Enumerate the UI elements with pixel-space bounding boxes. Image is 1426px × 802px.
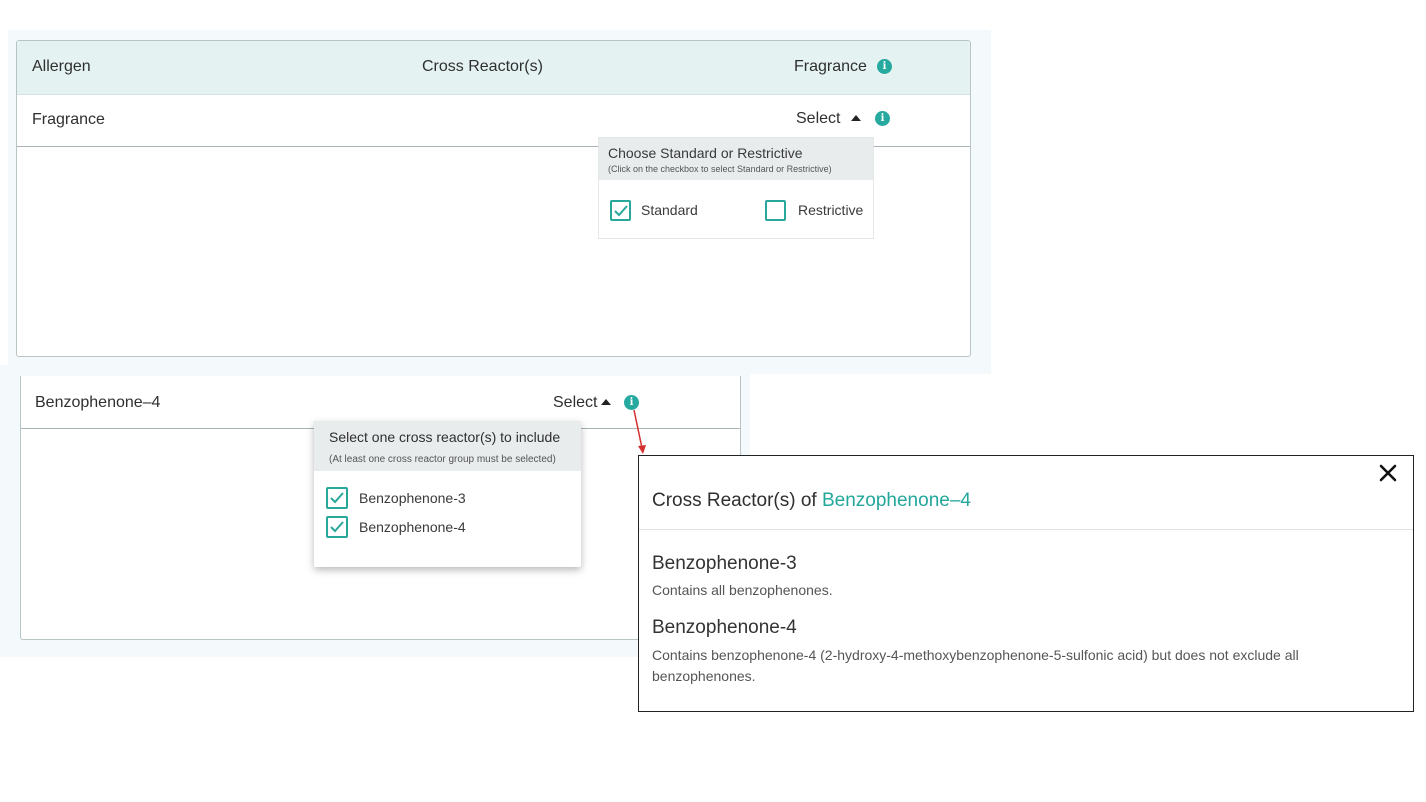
modal-divider bbox=[639, 529, 1413, 530]
benzophenone-3-checkbox[interactable] bbox=[326, 487, 348, 509]
modal-title-prefix: Cross Reactor(s) of bbox=[652, 490, 822, 511]
dropdown-header: Select one cross reactor(s) to include (… bbox=[314, 421, 581, 471]
dropdown-subtitle: (Click on the checkbox to select Standar… bbox=[608, 164, 832, 174]
cross-reactor-modal: Cross Reactor(s) of Benzophenone–4 Benzo… bbox=[638, 455, 1414, 712]
table-header: Allergen Cross Reactor(s) Fragrance i bbox=[17, 41, 970, 95]
benzophenone-4-label: Benzophenone-4 bbox=[359, 519, 466, 535]
cross-reactor-select[interactable]: Select bbox=[553, 394, 597, 412]
close-icon[interactable] bbox=[1377, 462, 1399, 484]
dropdown-title: Choose Standard or Restrictive bbox=[608, 145, 803, 161]
pointer-arrow-icon bbox=[633, 409, 646, 454]
header-fragrance: Fragrance bbox=[794, 58, 867, 75]
fragrance-select[interactable]: Select bbox=[796, 110, 840, 128]
caret-up-icon[interactable] bbox=[851, 115, 861, 121]
modal-title: Cross Reactor(s) of Benzophenone–4 bbox=[652, 490, 971, 512]
cross-reactor-item-description: Contains all benzophenones. bbox=[652, 582, 833, 598]
fragrance-dropdown: Choose Standard or Restrictive (Click on… bbox=[598, 137, 874, 239]
check-icon bbox=[330, 492, 344, 504]
restrictive-label: Restrictive bbox=[798, 202, 864, 218]
cross-reactor-item-title: Benzophenone-4 bbox=[652, 617, 797, 638]
header-cross-reactors: Cross Reactor(s) bbox=[422, 58, 543, 75]
dropdown-title: Select one cross reactor(s) to include bbox=[329, 429, 561, 445]
cross-reactor-dropdown: Select one cross reactor(s) to include (… bbox=[314, 421, 581, 567]
check-icon bbox=[614, 205, 628, 217]
info-icon[interactable]: i bbox=[875, 111, 890, 126]
benzophenone-4-checkbox[interactable] bbox=[326, 516, 348, 538]
dropdown-subtitle: (At least one cross reactor group must b… bbox=[329, 454, 556, 465]
cross-reactor-item-title: Benzophenone-3 bbox=[652, 553, 797, 574]
header-allergen: Allergen bbox=[32, 58, 91, 75]
restrictive-checkbox[interactable] bbox=[765, 200, 786, 221]
cross-reactor-item-description: Contains benzophenone-4 (2-hydroxy-4-met… bbox=[652, 647, 1299, 684]
dropdown-header: Choose Standard or Restrictive (Click on… bbox=[599, 138, 873, 180]
benzophenone-3-label: Benzophenone-3 bbox=[359, 490, 466, 506]
standard-checkbox[interactable] bbox=[610, 200, 631, 221]
allergen-name: Benzophenone–4 bbox=[35, 394, 161, 411]
modal-title-highlight: Benzophenone–4 bbox=[821, 490, 971, 511]
allergen-name: Fragrance bbox=[32, 111, 105, 128]
caret-up-icon[interactable] bbox=[601, 399, 611, 405]
check-icon bbox=[330, 521, 344, 533]
info-icon[interactable]: i bbox=[877, 59, 892, 74]
standard-label: Standard bbox=[641, 202, 698, 218]
